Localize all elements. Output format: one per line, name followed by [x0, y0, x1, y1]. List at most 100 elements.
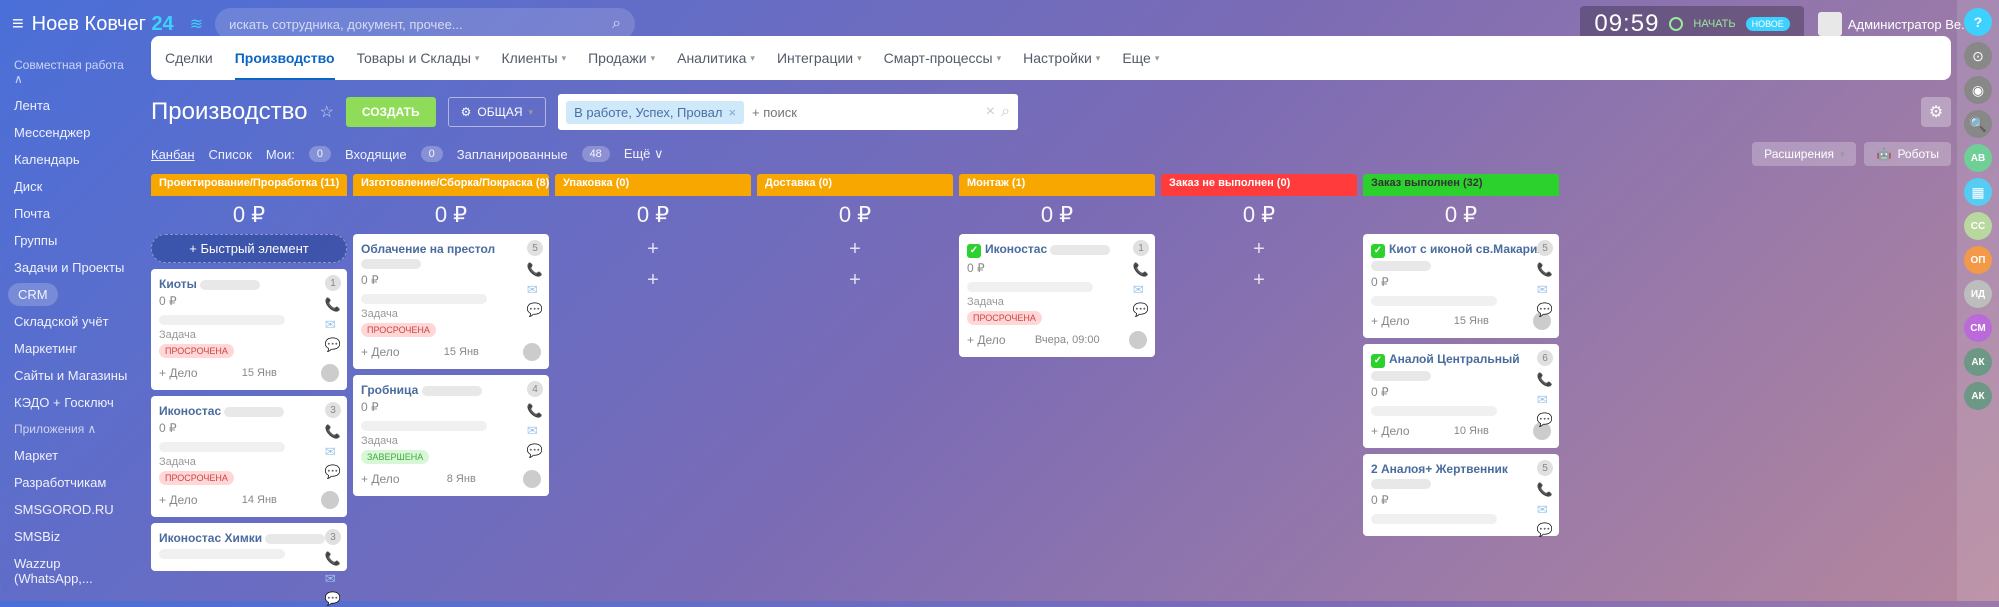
search-icon[interactable]: ⌕	[612, 15, 621, 33]
add-activity-button[interactable]: + Дело	[967, 333, 1006, 347]
assignee-avatar-icon[interactable]	[523, 470, 541, 488]
assignee-avatar-icon[interactable]	[321, 364, 339, 382]
card-action-icon[interactable]: 💬	[325, 337, 341, 353]
card-action-icon[interactable]: ✉	[527, 282, 543, 298]
tab-6[interactable]: Интеграции▾	[777, 50, 862, 66]
rail-button[interactable]: ОП	[1964, 246, 1992, 274]
add-activity-button[interactable]: + Дело	[1371, 314, 1410, 328]
column-header[interactable]: Проектирование/Проработка (11)	[151, 174, 347, 196]
sidebar-item[interactable]: КЭДО + Госключ	[0, 389, 145, 416]
kanban-card[interactable]: ✓Иконостас 1📞✉💬0 ₽ЗадачаПРОСРОЧЕНА+ Дело…	[959, 234, 1155, 357]
card-action-icon[interactable]: 📞	[1537, 372, 1553, 388]
search-icon[interactable]: ⌕	[1001, 103, 1010, 121]
sidebar-item[interactable]: Разработчикам	[0, 469, 145, 496]
add-activity-button[interactable]: + Дело	[1371, 424, 1410, 438]
card-action-icon[interactable]: 📞	[325, 297, 341, 313]
card-action-icon[interactable]: 📞	[1133, 262, 1149, 278]
rail-button[interactable]: ◉	[1964, 76, 1992, 104]
card-action-icon[interactable]: ✉	[1537, 282, 1553, 298]
filter-search-input[interactable]	[752, 105, 980, 120]
card-title[interactable]: ✓Киот с иконой св.Макария	[1371, 242, 1551, 272]
rail-button[interactable]: ⊙	[1964, 42, 1992, 70]
create-button[interactable]: СОЗДАТЬ	[346, 97, 436, 127]
card-action-icon[interactable]: 📞	[1537, 262, 1553, 278]
column-header[interactable]: Изготовление/Сборка/Покраска (8)	[353, 174, 549, 196]
card-title[interactable]: ✓Иконостас	[967, 242, 1147, 258]
card-action-icon[interactable]: ✉	[325, 571, 341, 587]
card-action-icon[interactable]: 📞	[325, 424, 341, 440]
global-search-input[interactable]	[229, 17, 612, 32]
rail-button[interactable]: АВ	[1964, 144, 1992, 172]
rail-button[interactable]: ?	[1964, 8, 1992, 36]
sidebar-item[interactable]: Приложения ∧	[0, 416, 145, 442]
card-title[interactable]: 2 Аналоя+ Жертвенник	[1371, 462, 1551, 490]
sidebar-item[interactable]: Задачи и Проекты	[0, 254, 145, 281]
filter-bar[interactable]: В работе, Успех, Провал× × ⌕	[558, 94, 1018, 130]
rail-button[interactable]: СМ	[1964, 314, 1992, 342]
sidebar-item[interactable]: Диск	[0, 173, 145, 200]
sidebar-item[interactable]: Календарь	[0, 146, 145, 173]
add-card-button[interactable]: +	[555, 265, 751, 296]
card-action-icon[interactable]: 💬	[527, 443, 543, 459]
add-card-button[interactable]: +	[1161, 234, 1357, 265]
tab-7[interactable]: Смарт-процессы▾	[884, 50, 1001, 66]
quick-add-button[interactable]: + Быстрый элемент	[151, 234, 347, 263]
sidebar-item[interactable]: Складской учёт	[0, 308, 145, 335]
kanban-card[interactable]: ✓Киот с иконой св.Макария 5📞✉💬0 ₽+ Дело1…	[1363, 234, 1559, 338]
add-card-button[interactable]: +	[757, 265, 953, 296]
sidebar-item[interactable]: SMSGOROD.RU	[0, 496, 145, 523]
tab-3[interactable]: Клиенты▾	[501, 50, 566, 66]
robots-button[interactable]: 🤖Роботы	[1864, 142, 1951, 166]
extensions-button[interactable]: Расширения▾	[1752, 142, 1856, 166]
rail-button[interactable]: ▦	[1964, 178, 1992, 206]
column-header[interactable]: Заказ не выполнен (0)	[1161, 174, 1357, 196]
rail-button[interactable]: ИД	[1964, 280, 1992, 308]
tab-1[interactable]: Производство	[235, 50, 335, 80]
card-action-icon[interactable]: 📞	[527, 262, 543, 278]
tab-4[interactable]: Продажи▾	[588, 50, 655, 66]
sidebar-item[interactable]: Маркет	[0, 442, 145, 469]
sidebar-item[interactable]: Маркетинг	[0, 335, 145, 362]
rail-button[interactable]: АК	[1964, 382, 1992, 410]
add-activity-button[interactable]: + Дело	[159, 493, 198, 507]
tab-8[interactable]: Настройки▾	[1023, 50, 1100, 66]
add-activity-button[interactable]: + Дело	[361, 345, 400, 359]
sidebar-item[interactable]: CRM	[8, 283, 58, 306]
view-kanban[interactable]: Канбан	[151, 147, 195, 162]
kanban-card[interactable]: Иконостас Химки 3📞✉💬	[151, 523, 347, 571]
card-action-icon[interactable]: ✉	[1537, 502, 1553, 518]
assignee-avatar-icon[interactable]	[321, 491, 339, 509]
view-incoming[interactable]: Входящие	[345, 147, 407, 162]
filter-chip[interactable]: В работе, Успех, Провал×	[566, 101, 744, 124]
card-action-icon[interactable]: ✉	[527, 423, 543, 439]
view-list[interactable]: Список	[209, 147, 252, 162]
card-title[interactable]: Иконостас	[159, 404, 339, 418]
card-title[interactable]: Облачение на престол	[361, 242, 541, 270]
favorite-star-icon[interactable]: ☆	[319, 102, 333, 122]
card-action-icon[interactable]: 💬	[1537, 302, 1553, 318]
card-action-icon[interactable]: 💬	[325, 591, 341, 607]
sidebar-item[interactable]: Группы	[0, 227, 145, 254]
hamburger-icon[interactable]: ≡	[12, 13, 24, 36]
column-header[interactable]: Доставка (0)	[757, 174, 953, 196]
card-action-icon[interactable]: 📞	[527, 403, 543, 419]
column-header[interactable]: Монтаж (1)	[959, 174, 1155, 196]
page-settings-button[interactable]: ⚙	[1921, 97, 1951, 127]
kanban-card[interactable]: Гробница 4📞✉💬0 ₽ЗадачаЗАВЕРШЕНА+ Дело8 Я…	[353, 375, 549, 496]
sitemap-icon[interactable]: ≋	[190, 14, 203, 34]
sidebar-item[interactable]: Мессенджер	[0, 119, 145, 146]
view-planned[interactable]: Запланированные	[457, 147, 568, 162]
card-action-icon[interactable]: 📞	[325, 551, 341, 567]
kanban-card[interactable]: Облачение на престол 5📞✉💬0 ₽ЗадачаПРОСРО…	[353, 234, 549, 369]
remove-filter-icon[interactable]: ×	[728, 105, 736, 120]
card-action-icon[interactable]: ✉	[325, 444, 341, 460]
card-action-icon[interactable]: 📞	[1537, 482, 1553, 498]
column-header[interactable]: Заказ выполнен (32)	[1363, 174, 1559, 196]
card-action-icon[interactable]: ✉	[325, 317, 341, 333]
clear-icon[interactable]: ×	[986, 103, 995, 121]
add-card-button[interactable]: +	[757, 234, 953, 265]
sidebar-item[interactable]: SMSBiz	[0, 523, 145, 550]
card-action-icon[interactable]: 💬	[1133, 302, 1149, 318]
card-action-icon[interactable]: ✉	[1133, 282, 1149, 298]
sidebar-item[interactable]: Сайты и Магазины	[0, 362, 145, 389]
